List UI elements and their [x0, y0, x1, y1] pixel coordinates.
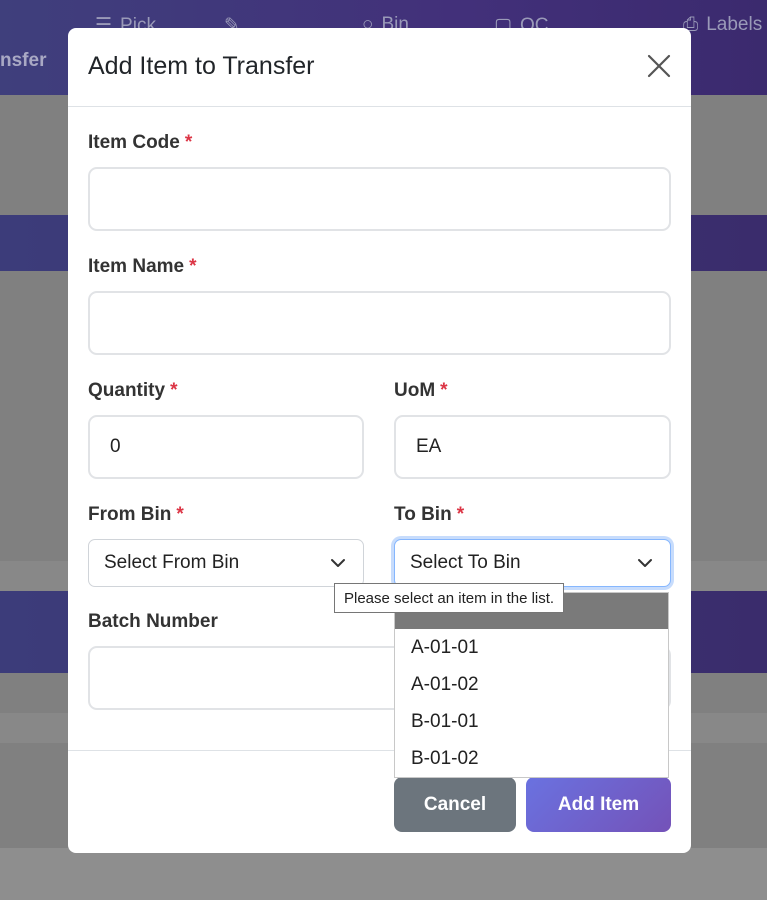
to-bin-selected-value: Select To Bin	[410, 552, 521, 573]
close-button[interactable]	[645, 52, 673, 80]
item-name-input[interactable]	[88, 291, 671, 355]
from-bin-selected-value: Select From Bin	[104, 552, 240, 573]
modal-header: Add Item to Transfer	[68, 28, 691, 107]
cancel-button[interactable]: Cancel	[394, 777, 516, 832]
item-code-label: Item Code *	[88, 132, 192, 154]
quantity-input[interactable]: 0	[88, 415, 364, 479]
nav-labels-label: Labels	[706, 14, 763, 35]
item-code-label-text: Item Code	[88, 132, 180, 153]
required-marker: *	[170, 380, 178, 401]
item-name-label: Item Name *	[88, 256, 197, 278]
item-code-input[interactable]	[88, 167, 671, 231]
to-bin-dropdown-list: Select To Bin A-01-01 A-01-02 B-01-01 B-…	[394, 592, 669, 778]
batch-number-label-text: Batch Number	[88, 611, 218, 632]
to-bin-label-text: To Bin	[394, 504, 452, 525]
from-bin-label-text: From Bin	[88, 504, 172, 525]
item-name-label-text: Item Name	[88, 256, 185, 277]
quantity-label-text: Quantity	[88, 380, 166, 401]
modal-title: Add Item to Transfer	[88, 52, 315, 80]
chevron-down-icon	[638, 559, 652, 567]
validation-tooltip: Please select an item in the list.	[334, 583, 565, 613]
to-bin-option[interactable]: B-01-01	[395, 703, 668, 740]
required-marker: *	[189, 256, 197, 277]
to-bin-option[interactable]: B-01-02	[395, 740, 668, 777]
close-icon	[647, 54, 671, 78]
from-bin-select[interactable]: Select From Bin	[88, 539, 364, 587]
from-bin-label: From Bin *	[88, 504, 184, 526]
chevron-down-icon	[331, 559, 345, 567]
uom-label: UoM *	[394, 380, 448, 402]
required-marker: *	[176, 504, 184, 525]
to-bin-select[interactable]: Select To Bin	[394, 539, 671, 587]
add-item-button[interactable]: Add Item	[526, 777, 671, 832]
quantity-label: Quantity *	[88, 380, 177, 402]
required-marker: *	[440, 380, 448, 401]
to-bin-option[interactable]: A-01-02	[395, 666, 668, 703]
batch-number-label: Batch Number	[88, 611, 218, 633]
required-marker: *	[456, 504, 465, 525]
to-bin-label: To Bin *	[394, 504, 464, 526]
to-bin-option[interactable]: A-01-01	[395, 629, 668, 666]
uom-input[interactable]: EA	[394, 415, 671, 479]
uom-label-text: UoM	[394, 380, 436, 401]
nav-labels: ⎙ Labels	[683, 14, 762, 36]
nav-transfer: nsfer	[0, 50, 47, 71]
required-marker: *	[184, 132, 193, 153]
